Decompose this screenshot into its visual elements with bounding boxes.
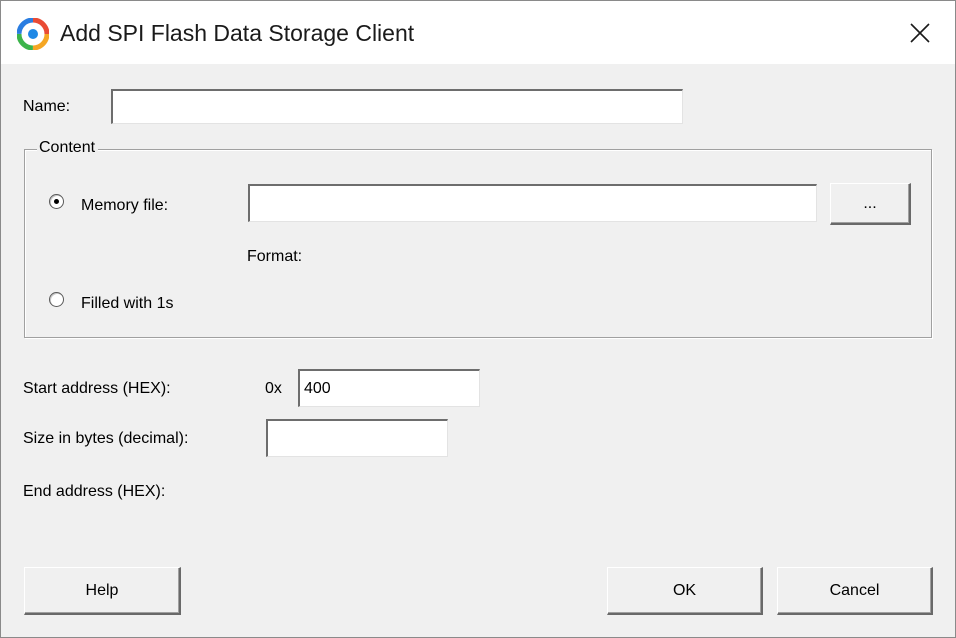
start-address-label: Start address (HEX): — [23, 380, 171, 397]
close-button[interactable] — [896, 11, 944, 55]
memory-file-radio[interactable] — [49, 194, 64, 209]
title-bar: Add SPI Flash Data Storage Client — [1, 1, 955, 64]
size-label: Size in bytes (decimal): — [23, 430, 189, 447]
hex-prefix: 0x — [265, 380, 282, 397]
radio-selected-dot — [54, 199, 59, 204]
cancel-button[interactable]: Cancel — [777, 567, 933, 615]
close-icon — [910, 23, 930, 43]
name-label: Name: — [23, 98, 71, 115]
ok-button[interactable]: OK — [607, 567, 763, 615]
window-title: Add SPI Flash Data Storage Client — [60, 20, 415, 46]
start-address-input[interactable] — [298, 369, 480, 407]
format-label: Format: — [247, 248, 303, 265]
name-input[interactable] — [111, 89, 683, 124]
content-group-label: Content — [37, 139, 99, 157]
app-logo-icon — [17, 18, 49, 50]
dialog-window: Add SPI Flash Data Storage Client Name: … — [0, 0, 956, 638]
browse-button[interactable]: ... — [830, 183, 911, 225]
size-input[interactable] — [266, 419, 448, 457]
memory-file-input[interactable] — [248, 184, 817, 222]
help-button[interactable]: Help — [24, 567, 181, 615]
end-address-label: End address (HEX): — [23, 483, 166, 500]
filled-with-1s-label: Filled with 1s — [81, 295, 174, 312]
memory-file-label: Memory file: — [81, 197, 169, 214]
filled-with-1s-radio[interactable] — [49, 292, 64, 307]
